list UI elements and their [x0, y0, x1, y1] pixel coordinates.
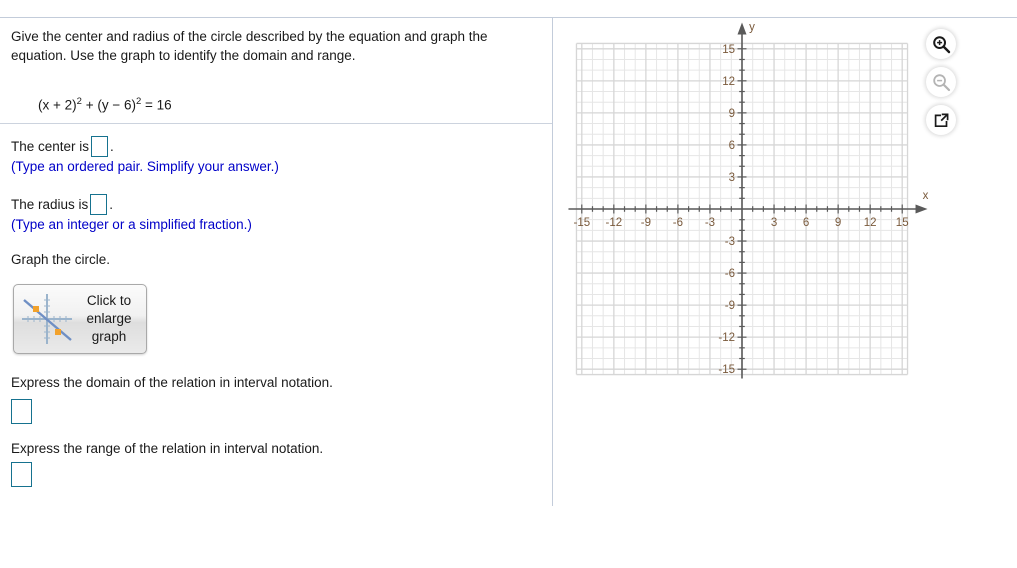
equation: (x + 2)2 + (y − 6)2 = 16 — [38, 96, 172, 113]
svg-text:-12: -12 — [606, 217, 623, 229]
equation-plus: + — [81, 97, 98, 113]
equation-term1-base: (x + 2) — [38, 97, 77, 113]
equation-term2-base: (y − 6) — [97, 97, 136, 113]
svg-text:y: y — [749, 21, 755, 33]
center-input[interactable] — [91, 136, 109, 157]
axes — [568, 22, 928, 379]
svg-text:-9: -9 — [641, 217, 651, 229]
svg-text:-15: -15 — [573, 217, 590, 229]
zoom-in-icon — [932, 35, 950, 53]
svg-text:3: 3 — [771, 217, 777, 229]
svg-text:6: 6 — [729, 140, 735, 152]
svg-text:12: 12 — [722, 76, 735, 88]
zoom-out-button[interactable] — [926, 67, 956, 97]
svg-text:-15: -15 — [718, 364, 735, 376]
range-input[interactable] — [11, 462, 32, 487]
svg-text:6: 6 — [803, 217, 809, 229]
svg-text:12: 12 — [864, 217, 877, 229]
zoom-in-button[interactable] — [926, 29, 956, 59]
svg-text:15: 15 — [896, 217, 909, 229]
section-divider — [0, 123, 552, 124]
center-period: . — [110, 139, 114, 154]
radius-label: The radius is — [11, 197, 89, 212]
domain-prompt: Express the domain of the relation in in… — [11, 375, 333, 390]
svg-text:3: 3 — [729, 172, 735, 184]
svg-text:x: x — [923, 190, 929, 202]
svg-text:-3: -3 — [725, 236, 735, 248]
svg-text:-12: -12 — [718, 332, 735, 344]
question-panel: Give the center and radius of the circle… — [0, 18, 552, 506]
svg-text:9: 9 — [835, 217, 841, 229]
equation-equals-value: = 16 — [141, 97, 172, 113]
radius-answer-row: The radius is . — [11, 194, 113, 215]
svg-text:-3: -3 — [705, 217, 715, 229]
center-hint: (Type an ordered pair. Simplify your ans… — [11, 159, 279, 174]
radius-input[interactable] — [90, 194, 108, 215]
radius-period: . — [109, 197, 114, 212]
range-prompt: Express the range of the relation in int… — [11, 441, 324, 456]
enlarge-graph-label: Click to enlarge graph — [86, 293, 132, 344]
svg-text:-9: -9 — [725, 300, 735, 312]
svg-text:15: 15 — [722, 44, 735, 56]
open-in-new-window-icon — [934, 113, 948, 127]
zoom-out-icon — [932, 73, 950, 91]
radius-hint: (Type an integer or a simplified fractio… — [11, 217, 252, 232]
graph-thumbnail-icon — [22, 294, 72, 344]
center-label: The center is — [11, 139, 90, 154]
graph-instruction: Graph the circle. — [11, 252, 111, 267]
svg-text:9: 9 — [729, 108, 735, 120]
svg-text:-6: -6 — [725, 268, 735, 280]
enlarge-graph-button[interactable]: Click to enlarge graph — [13, 284, 147, 354]
center-answer-row: The center is . — [11, 136, 114, 157]
open-in-new-window-button[interactable] — [926, 105, 956, 135]
question-prompt: Give the center and radius of the circle… — [11, 29, 492, 63]
domain-input[interactable] — [11, 399, 32, 424]
svg-text:-6: -6 — [673, 217, 683, 229]
